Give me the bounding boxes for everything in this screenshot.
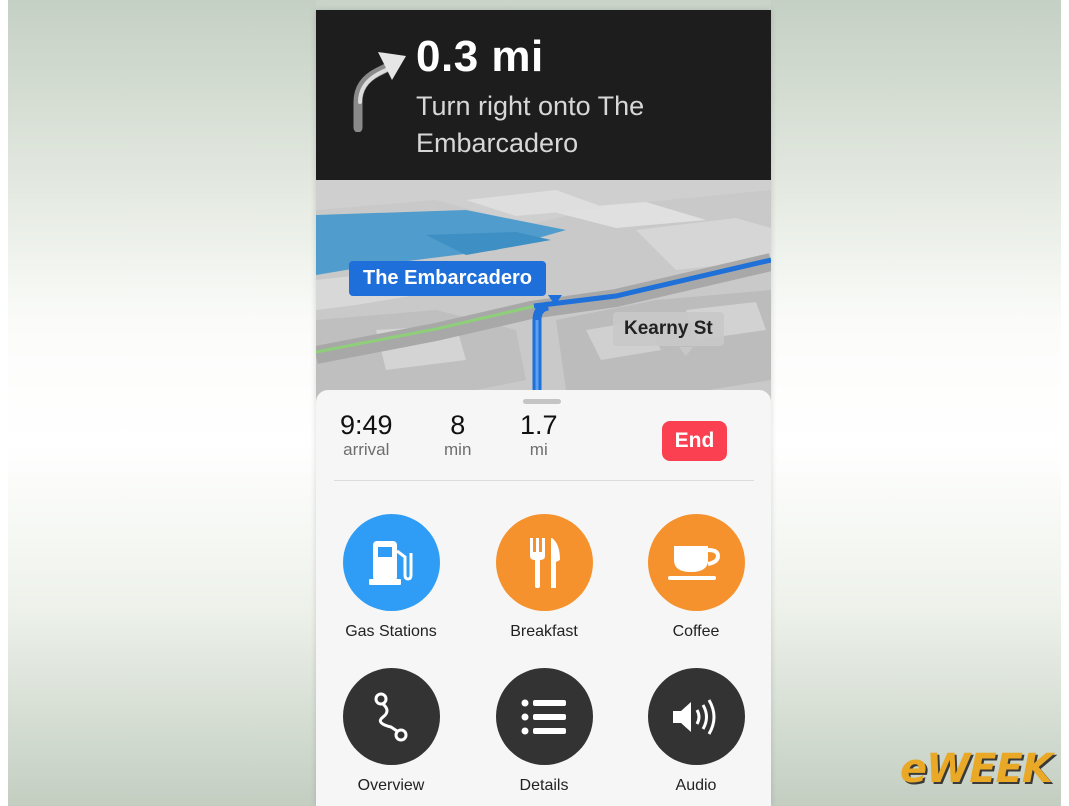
frame-border-left: [0, 0, 8, 806]
turn-distance: 0.3 mi: [416, 32, 544, 81]
coffee-cup-icon: [647, 514, 745, 611]
overview-button[interactable]: Overview: [331, 668, 451, 795]
details-label: Details: [519, 777, 569, 794]
background-right: [771, 0, 1069, 806]
details-button[interactable]: Details: [484, 668, 604, 795]
street-label-kearny-st: Kearny St: [613, 312, 724, 346]
background-left: [0, 0, 316, 806]
navigation-banner: 0.3 mi Turn right onto The Embarcadero: [316, 10, 771, 180]
arrival-time: 9:49: [340, 410, 393, 440]
arrival-label: arrival: [343, 440, 390, 459]
breakfast-label: Breakfast: [510, 623, 578, 640]
breakfast-button[interactable]: Breakfast: [484, 514, 604, 641]
coffee-button[interactable]: Coffee: [636, 514, 756, 641]
arrival-stat: 9:49 arrival: [340, 410, 393, 460]
gas-stations-button[interactable]: Gas Stations: [331, 514, 451, 641]
turn-right-arrow-icon: [353, 52, 406, 132]
road-label-the-embarcadero: The Embarcadero: [349, 261, 546, 296]
eweek-logo: eWEEK: [900, 746, 1053, 792]
gas-pump-icon: [342, 514, 440, 611]
audio-label: Audio: [675, 777, 717, 794]
miles-stat: 1.7 mi: [520, 410, 558, 460]
coffee-label: Coffee: [672, 623, 720, 640]
street-label-pointer: [679, 347, 693, 356]
overview-label: Overview: [357, 777, 425, 794]
route-overview-icon: [342, 668, 440, 765]
miles-label: mi: [529, 440, 548, 459]
frame-border-right: [1061, 0, 1069, 806]
list-icon: [495, 668, 593, 765]
phone-screen: 0.3 mi Turn right onto The Embarcadero T…: [316, 10, 771, 806]
minutes-stat: 8 min: [444, 410, 471, 460]
audio-button[interactable]: Audio: [636, 668, 756, 795]
turn-instruction: Turn right onto The Embarcadero: [416, 91, 645, 158]
road-label-pointer: [548, 295, 562, 305]
divider: [334, 480, 754, 481]
end-button[interactable]: End: [662, 421, 727, 461]
minutes-label: min: [444, 440, 472, 459]
speaker-icon: [647, 668, 745, 765]
fork-knife-icon: [495, 514, 593, 611]
gas-stations-label: Gas Stations: [345, 623, 437, 640]
miles-remaining: 1.7: [520, 410, 558, 440]
route-info-sheet: 9:49 arrival 8 min 1.7 mi End Gas Statio…: [316, 390, 771, 806]
minutes-remaining: 8: [450, 410, 466, 440]
sheet-grabber[interactable]: [523, 399, 561, 404]
